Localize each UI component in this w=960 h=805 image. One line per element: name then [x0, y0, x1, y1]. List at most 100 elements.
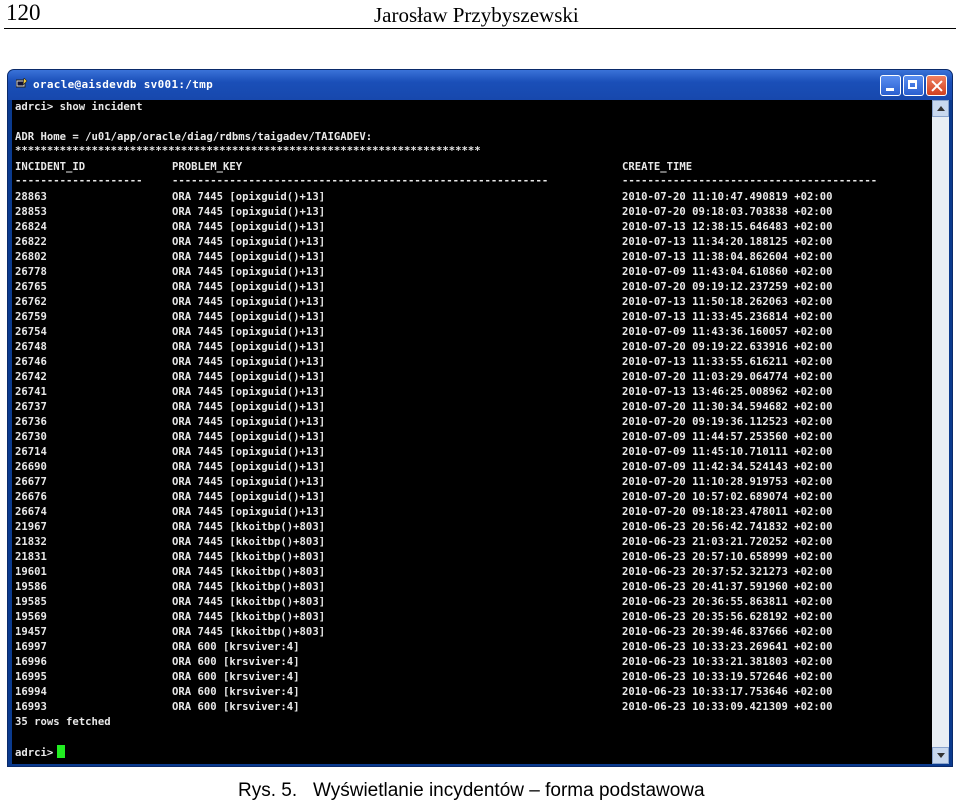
incident-id-cell: 16997	[15, 641, 47, 653]
create-time-cell: 2010-07-20 11:03:29.064774 +02:00	[622, 371, 833, 383]
create-time-cell: 2010-06-23 10:33:21.381803 +02:00	[622, 656, 833, 668]
table-row: 26765 ORA 7445 [opixguid()+13] 2010-07-20 …	[15, 280, 930, 295]
scroll-down-icon[interactable]	[932, 747, 949, 764]
problem-key-cell: ORA 7445 [opixguid()+13]	[172, 371, 326, 383]
create-time-cell: 2010-06-23 20:35:56.628192 +02:00	[622, 611, 833, 623]
incident-id-cell: 26759	[15, 311, 47, 323]
create-time-cell: 2010-07-13 11:33:55.616211 +02:00	[622, 356, 833, 368]
create-time-cell: 2010-07-09 11:45:10.710111 +02:00	[622, 446, 833, 458]
incident-id-cell: 28863	[15, 191, 47, 203]
create-time-cell: 2010-06-23 21:03:21.720252 +02:00	[622, 536, 833, 548]
create-time-cell: 2010-06-23 10:33:23.269641 +02:00	[622, 641, 833, 653]
prompt: adrci>	[15, 747, 54, 759]
problem-key-cell: ORA 7445 [opixguid()+13]	[172, 506, 326, 518]
incident-id-cell: 26762	[15, 296, 47, 308]
problem-key-cell: ORA 7445 [opixguid()+13]	[172, 341, 326, 353]
table-row: 19601 ORA 7445 [kkoitbp()+803] 2010-06-23 …	[15, 565, 930, 580]
table-row: 16996 ORA 600 [krsviver:4] 2010-06-23 10:3…	[15, 655, 930, 670]
problem-key-cell: ORA 7445 [opixguid()+13]	[172, 236, 326, 248]
create-time-cell: 2010-06-23 10:33:19.572646 +02:00	[622, 671, 833, 683]
incident-id-cell: 19586	[15, 581, 47, 593]
minimize-button[interactable]	[880, 75, 901, 96]
vertical-scrollbar[interactable]	[932, 100, 949, 764]
scroll-up-icon[interactable]	[932, 100, 949, 117]
problem-key-cell: ORA 7445 [kkoitbp()+803]	[172, 596, 326, 608]
create-time-cell: 2010-06-23 20:41:37.591960 +02:00	[622, 581, 833, 593]
create-time-cell: 2010-07-20 11:30:34.594682 +02:00	[622, 401, 833, 413]
create-time-cell: 2010-07-09 11:43:04.610860 +02:00	[622, 266, 833, 278]
create-time-cell: 2010-06-23 10:33:17.753646 +02:00	[622, 686, 833, 698]
problem-key-cell: ORA 600 [krsviver:4]	[172, 671, 300, 683]
putty-icon	[16, 78, 28, 88]
problem-key-cell: ORA 7445 [opixguid()+13]	[172, 386, 326, 398]
header-problem-key: PROBLEM_KEY	[172, 161, 243, 173]
incident-id-cell: 26754	[15, 326, 47, 338]
page-number: 120	[6, 0, 41, 25]
problem-key-cell: ORA 7445 [opixguid()+13]	[172, 311, 326, 323]
incident-id-cell: 26778	[15, 266, 47, 278]
table-row: 28853 ORA 7445 [opixguid()+13] 2010-07-20 …	[15, 205, 930, 220]
table-row: 26690 ORA 7445 [opixguid()+13] 2010-07-09 …	[15, 460, 930, 475]
close-button[interactable]	[926, 75, 947, 96]
create-time-cell: 2010-07-13 13:46:25.008962 +02:00	[622, 386, 833, 398]
table-row: 21832 ORA 7445 [kkoitbp()+803] 2010-06-23 …	[15, 535, 930, 550]
incident-id-cell: 19457	[15, 626, 47, 638]
header-create-time: CREATE_TIME	[622, 161, 693, 173]
incident-id-cell: 26746	[15, 356, 47, 368]
incident-id-cell: 26822	[15, 236, 47, 248]
separator-id: --------------------	[15, 175, 143, 187]
incident-id-cell: 26737	[15, 401, 47, 413]
header-rule	[4, 28, 956, 29]
adr-home-line: ADR Home = /u01/app/oracle/diag/rdbms/ta…	[15, 131, 373, 143]
terminal-output[interactable]: adrci> show incident ADR Home = /u01/app…	[12, 100, 932, 764]
problem-key-cell: ORA 7445 [kkoitbp()+803]	[172, 581, 326, 593]
table-row: 26802 ORA 7445 [opixguid()+13] 2010-07-13 …	[15, 250, 930, 265]
problem-key-cell: ORA 7445 [opixguid()+13]	[172, 446, 326, 458]
terminal-window: oracle@aisdevdb sv001:/tmp adrci> show i…	[8, 70, 952, 766]
table-row: 19457 ORA 7445 [kkoitbp()+803] 2010-06-23 …	[15, 625, 930, 640]
separator-ct: ----------------------------------------	[622, 175, 878, 187]
incident-id-cell: 26736	[15, 416, 47, 428]
incident-id-cell: 26677	[15, 476, 47, 488]
figure-caption: Rys. 5. Wyświetlanie incydentów – forma …	[238, 780, 705, 802]
problem-key-cell: ORA 7445 [opixguid()+13]	[172, 281, 326, 293]
problem-key-cell: ORA 7445 [kkoitbp()+803]	[172, 551, 326, 563]
create-time-cell: 2010-07-13 11:33:45.236814 +02:00	[622, 311, 833, 323]
problem-key-cell: ORA 7445 [kkoitbp()+803]	[172, 521, 326, 533]
problem-key-cell: ORA 600 [krsviver:4]	[172, 641, 300, 653]
incident-id-cell: 26741	[15, 386, 47, 398]
table-row: 26736 ORA 7445 [opixguid()+13] 2010-07-20 …	[15, 415, 930, 430]
table-row: 26737 ORA 7445 [opixguid()+13] 2010-07-20 …	[15, 400, 930, 415]
problem-key-cell: ORA 7445 [opixguid()+13]	[172, 491, 326, 503]
incident-id-cell: 26742	[15, 371, 47, 383]
create-time-cell: 2010-07-20 09:18:23.478011 +02:00	[622, 506, 833, 518]
create-time-cell: 2010-07-20 11:10:28.919753 +02:00	[622, 476, 833, 488]
incident-id-cell: 26730	[15, 431, 47, 443]
problem-key-cell: ORA 7445 [opixguid()+13]	[172, 431, 326, 443]
problem-key-cell: ORA 7445 [kkoitbp()+803]	[172, 611, 326, 623]
table-row: 26742 ORA 7445 [opixguid()+13] 2010-07-20 …	[15, 370, 930, 385]
create-time-cell: 2010-07-20 10:57:02.689074 +02:00	[622, 491, 833, 503]
window-titlebar[interactable]: oracle@aisdevdb sv001:/tmp	[8, 70, 952, 100]
incident-id-cell: 26748	[15, 341, 47, 353]
table-row: 16993 ORA 600 [krsviver:4] 2010-06-23 10:3…	[15, 700, 930, 715]
maximize-button[interactable]	[903, 75, 924, 96]
problem-key-cell: ORA 7445 [opixguid()+13]	[172, 461, 326, 473]
incident-id-cell: 26676	[15, 491, 47, 503]
header-incident-id: INCIDENT_ID	[15, 161, 86, 173]
create-time-cell: 2010-07-20 09:18:03.703838 +02:00	[622, 206, 833, 218]
create-time-cell: 2010-07-20 11:10:47.490819 +02:00	[622, 191, 833, 203]
problem-key-cell: ORA 600 [krsviver:4]	[172, 686, 300, 698]
column-headers: INCIDENT_ID PROBLEM_KEY CREATE_TIME	[15, 160, 930, 175]
incident-id-cell: 26765	[15, 281, 47, 293]
table-row: 26730 ORA 7445 [opixguid()+13] 2010-07-09 …	[15, 430, 930, 445]
page-header: 120 Jarosław Przybyszewski	[0, 0, 960, 32]
caption-label: Rys. 5.	[238, 780, 298, 801]
problem-key-cell: ORA 7445 [opixguid()+13]	[172, 251, 326, 263]
table-row: 28863 ORA 7445 [opixguid()+13] 2010-07-20 …	[15, 190, 930, 205]
problem-key-cell: ORA 7445 [opixguid()+13]	[172, 356, 326, 368]
problem-key-cell: ORA 7445 [opixguid()+13]	[172, 266, 326, 278]
table-row: 19569 ORA 7445 [kkoitbp()+803] 2010-06-23 …	[15, 610, 930, 625]
table-row: 19585 ORA 7445 [kkoitbp()+803] 2010-06-23 …	[15, 595, 930, 610]
problem-key-cell: ORA 7445 [opixguid()+13]	[172, 221, 326, 233]
